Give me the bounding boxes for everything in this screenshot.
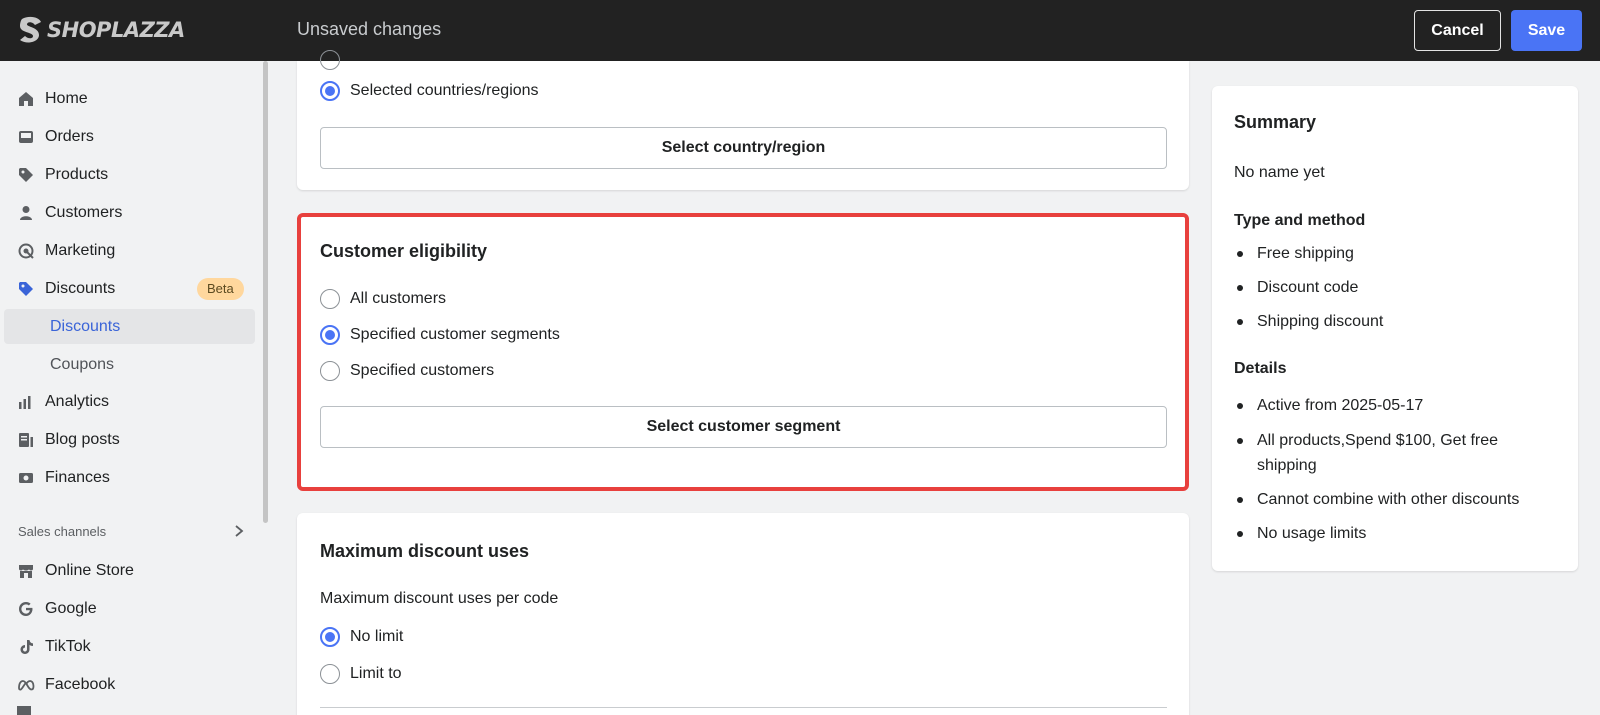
target-icon bbox=[17, 242, 35, 260]
sidebar-item-label: Discounts bbox=[45, 279, 116, 297]
sidebar-item-finances[interactable]: Finances bbox=[4, 460, 255, 495]
sidebar-item-label: Online Store bbox=[45, 561, 134, 579]
store-icon bbox=[17, 562, 35, 580]
sidebar-item-label: Analytics bbox=[45, 392, 110, 410]
sidebar-item-blog-posts[interactable]: Blog posts bbox=[4, 422, 255, 457]
list-item: Discount code bbox=[1237, 275, 1557, 300]
sidebar-subitem-discounts[interactable]: Discounts bbox=[4, 309, 255, 344]
sidebar-subitem-coupons[interactable]: Coupons bbox=[4, 347, 255, 382]
customer-eligibility-card: Customer eligibility All customers Speci… bbox=[297, 213, 1189, 491]
sidebar-item-analytics[interactable]: Analytics bbox=[4, 384, 255, 419]
radio-specified-customers[interactable]: Specified customers bbox=[320, 361, 494, 381]
inbox-icon bbox=[17, 128, 35, 146]
bar-chart-icon bbox=[17, 393, 35, 411]
save-button[interactable]: Save bbox=[1511, 10, 1582, 51]
radio-button[interactable] bbox=[320, 361, 340, 381]
top-bar: SHOPLAZZA Unsaved changes Cancel Save bbox=[0, 0, 1600, 61]
radio-label: Specified customers bbox=[350, 362, 495, 379]
card-title: Maximum discount uses bbox=[320, 541, 530, 561]
finance-icon bbox=[17, 469, 35, 487]
radio-button[interactable] bbox=[320, 664, 340, 684]
radio-all-customers[interactable]: All customers bbox=[320, 289, 446, 309]
card-subtitle: Maximum discount uses per code bbox=[320, 590, 559, 607]
radio-button[interactable] bbox=[320, 81, 340, 101]
summary-name: No name yet bbox=[1234, 164, 1325, 181]
beta-badge: Beta bbox=[197, 278, 244, 300]
radio-selected-countries[interactable]: Selected countries/regions bbox=[320, 81, 539, 101]
sidebar-item-label: Blog posts bbox=[45, 430, 120, 448]
list-item: Cannot combine with other discounts bbox=[1237, 487, 1557, 512]
sidebar-item-label: Coupons bbox=[50, 355, 115, 373]
meta-icon bbox=[17, 676, 35, 694]
shoplazza-logo[interactable]: SHOPLAZZA bbox=[17, 14, 185, 46]
shoplazza-logo-icon bbox=[20, 16, 41, 43]
sidebar-item-home[interactable]: Home bbox=[4, 81, 255, 116]
sidebar-item-marketing[interactable]: Marketing bbox=[4, 233, 255, 268]
unsaved-changes-label: Unsaved changes bbox=[297, 19, 442, 39]
radio-label: No limit bbox=[350, 628, 404, 645]
brand-name: SHOPLAZZA bbox=[47, 18, 185, 42]
sidebar-item-orders[interactable]: Orders bbox=[4, 119, 255, 154]
sidebar-item-label: Products bbox=[45, 165, 109, 183]
tiktok-icon bbox=[17, 638, 35, 656]
home-icon bbox=[17, 90, 35, 108]
list-item: Shipping discount bbox=[1237, 309, 1557, 334]
sidebar-item-products[interactable]: Products bbox=[4, 157, 255, 192]
person-icon bbox=[17, 204, 35, 222]
radio-label: All customers bbox=[350, 290, 447, 307]
select-customer-segment-button[interactable]: Select customer segment bbox=[320, 406, 1167, 448]
details-heading: Details bbox=[1234, 360, 1287, 377]
chevron-right-icon[interactable] bbox=[233, 524, 245, 538]
sidebar-item-customers[interactable]: Customers bbox=[4, 195, 255, 230]
list-item: Active from 2025-05-17 bbox=[1237, 393, 1557, 418]
divider bbox=[320, 707, 1167, 708]
list-item: All products,Spend $100, Get free shippi… bbox=[1237, 428, 1527, 478]
tag-icon bbox=[17, 166, 35, 184]
sidebar-item-online-store[interactable]: Online Store bbox=[4, 553, 255, 588]
list-item: No usage limits bbox=[1237, 521, 1557, 546]
sidebar-item-label: Discounts bbox=[50, 317, 121, 335]
radio-label: Selected countries/regions bbox=[350, 82, 539, 99]
list-item: Free shipping bbox=[1237, 241, 1557, 266]
type-method-heading: Type and method bbox=[1234, 212, 1366, 229]
maximum-discount-uses-card: Maximum discount uses Maximum discount u… bbox=[297, 513, 1189, 715]
sidebar-item-partial bbox=[17, 706, 31, 715]
sidebar-item-label: Customers bbox=[45, 203, 123, 221]
radio-button[interactable] bbox=[320, 627, 340, 647]
radio-label: Limit to bbox=[350, 665, 402, 682]
sidebar-item-facebook[interactable]: Facebook bbox=[4, 667, 255, 702]
sidebar-item-label: Facebook bbox=[45, 675, 116, 693]
radio-button[interactable] bbox=[320, 325, 340, 345]
sidebar-item-label: Home bbox=[45, 89, 88, 107]
radio-specified-segments[interactable]: Specified customer segments bbox=[320, 325, 560, 345]
cancel-button[interactable]: Cancel bbox=[1414, 10, 1501, 51]
radio-no-limit[interactable]: No limit bbox=[320, 627, 403, 647]
card-title: Customer eligibility bbox=[320, 241, 488, 261]
discount-tag-icon bbox=[17, 280, 35, 298]
sidebar-item-label: TikTok bbox=[45, 637, 91, 655]
sidebar-item-label: Finances bbox=[45, 468, 110, 486]
radio-label: Specified customer segments bbox=[350, 326, 560, 343]
sales-channels-label: Sales channels bbox=[18, 524, 107, 539]
summary-title: Summary bbox=[1234, 112, 1317, 132]
radio-button[interactable] bbox=[320, 289, 340, 309]
radio-partial-top[interactable] bbox=[320, 50, 340, 70]
google-icon bbox=[17, 600, 35, 618]
countries-card: Selected countries/regions Select countr… bbox=[297, 50, 1189, 190]
radio-limit-to[interactable]: Limit to bbox=[320, 664, 402, 684]
sidebar-item-google[interactable]: Google bbox=[4, 591, 255, 626]
sidebar-item-label: Orders bbox=[45, 127, 94, 145]
sidebar-item-tiktok[interactable]: TikTok bbox=[4, 629, 255, 664]
sidebar-scrollbar[interactable] bbox=[263, 61, 268, 523]
sidebar-item-label: Google bbox=[45, 599, 97, 617]
summary-card: Summary No name yet Type and method Free… bbox=[1212, 86, 1578, 571]
select-country-region-button[interactable]: Select country/region bbox=[320, 127, 1167, 169]
sidebar-item-discounts[interactable]: Discounts Beta bbox=[4, 271, 255, 306]
blog-icon bbox=[17, 431, 35, 449]
sidebar-item-label: Marketing bbox=[45, 241, 116, 259]
